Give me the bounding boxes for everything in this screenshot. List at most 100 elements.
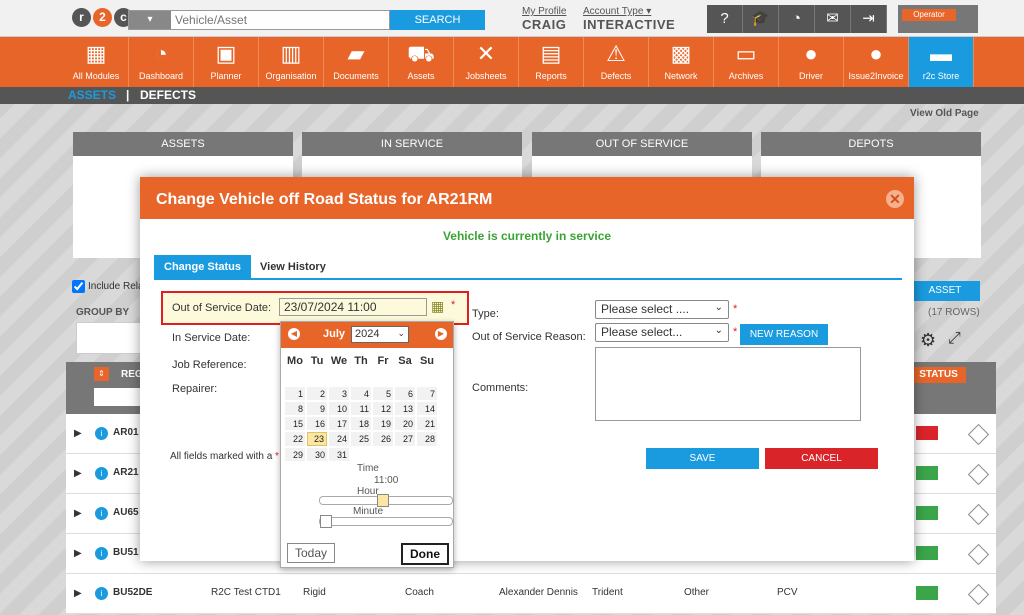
expand-icon[interactable]: ▶ [74,428,82,439]
calendar-day[interactable]: 8 [285,402,305,415]
calendar-day[interactable]: 20 [395,417,415,430]
include-related[interactable]: Include Rela [72,280,144,293]
include-related-checkbox[interactable] [72,280,85,293]
cube-icon[interactable] [967,463,990,486]
calendar-day[interactable]: 18 [351,417,371,430]
calendar-day[interactable]: 25 [351,432,371,446]
calendar-day[interactable]: 17 [329,417,349,430]
calendar-day[interactable]: 2 [307,387,327,400]
nav-item-driver[interactable]: ● Driver [779,37,844,87]
calendar-day[interactable]: 11 [351,402,371,415]
status-truck-icon[interactable] [916,426,938,440]
add-asset-button[interactable]: ASSET [910,281,980,301]
comments-textarea[interactable] [595,347,861,421]
nav-item-planner[interactable]: ▣ Planner [194,37,259,87]
expand-icon[interactable]: ▶ [74,588,82,599]
help-icon[interactable]: ? [707,5,743,33]
type-select[interactable]: Please select .... ⌄ [595,300,729,319]
calendar-day[interactable]: 10 [329,402,349,415]
calendar-icon[interactable]: ▦ [431,298,444,315]
calendar-day[interactable]: 7 [417,387,437,400]
subnav-assets[interactable]: ASSETS [68,88,116,102]
calendar-day[interactable]: 26 [373,432,393,446]
calendar-day[interactable]: 1 [285,387,305,400]
gear-icon[interactable]: ⚙ [920,330,936,351]
logout-icon[interactable]: ⇥ [851,5,887,33]
mail-icon[interactable]: ✉ [815,5,851,33]
expand-icon[interactable]: ⤢ [948,330,961,348]
nav-item-defects[interactable]: ⚠ Defects [584,37,649,87]
group-by-box[interactable] [76,322,146,354]
status-truck-icon[interactable] [916,546,938,560]
subnav-defects[interactable]: DEFECTS [140,88,196,102]
r2c-logo[interactable]: r2c [72,8,133,27]
tab-view-history[interactable]: View History [250,255,336,280]
graduation-cap-icon[interactable]: 🎓 [743,5,779,33]
nav-item-archives[interactable]: ▭ Archives [714,37,779,87]
view-old-page-link[interactable]: View Old Page [910,108,979,119]
status-truck-icon[interactable] [916,506,938,520]
calendar-day[interactable]: 12 [373,402,393,415]
info-icon[interactable]: i [95,587,108,600]
col-status[interactable]: STATUS [911,367,966,383]
close-icon[interactable]: ✕ [886,190,904,208]
nav-item-all-modules[interactable]: ▦ All Modules [64,37,129,87]
hour-slider[interactable] [319,494,453,507]
status-truck-icon[interactable] [916,586,938,600]
search-input[interactable] [171,11,381,29]
new-reason-button[interactable]: NEW REASON [740,324,828,345]
minute-slider[interactable] [319,515,453,528]
expand-icon[interactable]: ▶ [74,548,82,559]
operator-badge[interactable]: Operator [898,5,978,33]
info-icon[interactable]: i [95,507,108,520]
nav-item-reports[interactable]: ▤ Reports [519,37,584,87]
nav-item-documents[interactable]: ▰ Documents [324,37,389,87]
search-button[interactable]: SEARCH [390,10,485,30]
out-of-service-date-input[interactable]: 23/07/2024 11:00 [279,298,427,316]
reason-select[interactable]: Please select... ⌄ [595,323,729,342]
my-profile-link[interactable]: My Profile [522,6,566,17]
calendar-day[interactable]: 5 [373,387,393,400]
calendar-day[interactable]: 29 [285,448,305,461]
calendar-day[interactable]: 22 [285,432,305,446]
calendar-day[interactable]: 30 [307,448,327,461]
calendar-day[interactable]: 13 [395,402,415,415]
nav-item-jobsheets[interactable]: ✕ Jobsheets [454,37,519,87]
save-button[interactable]: SAVE [646,448,759,469]
calendar-day[interactable]: 27 [395,432,415,446]
nav-item-issue2invoice[interactable]: ● Issue2Invoice [844,37,909,87]
calendar-day[interactable]: 3 [329,387,349,400]
tab-change-status[interactable]: Change Status [154,255,252,280]
expand-icon[interactable]: ▶ [74,468,82,479]
info-icon[interactable]: i [95,427,108,440]
calendar-day[interactable]: 19 [373,417,393,430]
cube-icon[interactable] [967,543,990,566]
calendar-day[interactable]: 31 [329,448,349,461]
nav-item-r2c-store[interactable]: ▬ r2c Store [909,37,974,87]
cube-icon[interactable] [967,423,990,446]
year-select[interactable]: 2024 ⌄ [351,326,409,343]
calendar-day[interactable]: 9 [307,402,327,415]
info-icon[interactable]: i [95,547,108,560]
today-button[interactable]: Today [287,543,335,563]
minute-slider-handle[interactable] [320,515,332,528]
sort-icon[interactable]: ⇕ [94,367,109,381]
search-type-select[interactable]: ▾ [129,11,171,29]
prev-month-icon[interactable]: ◀ [288,328,300,340]
cube-icon[interactable] [967,583,990,606]
calendar-day[interactable]: 23 [307,432,327,446]
calendar-day[interactable]: 16 [307,417,327,430]
table-row[interactable]: ▶ i BU52DE R2C Test CTD1 Rigid Coach Alexander… [66,574,996,614]
cancel-button[interactable]: CANCEL [765,448,878,469]
calendar-day[interactable]: 28 [417,432,437,446]
calendar-day[interactable]: 24 [329,432,349,446]
cube-icon[interactable] [967,503,990,526]
nav-item-organisation[interactable]: ▥ Organisation [259,37,324,87]
status-truck-icon[interactable] [916,466,938,480]
calendar-day[interactable]: 4 [351,387,371,400]
nav-item-network[interactable]: ▩ Network [649,37,714,87]
next-month-icon[interactable]: ▶ [435,328,447,340]
nav-item-assets[interactable]: ⛟ Assets [389,37,454,87]
account-type-link[interactable]: Account Type ▾ [583,6,675,17]
expand-icon[interactable]: ▶ [74,508,82,519]
